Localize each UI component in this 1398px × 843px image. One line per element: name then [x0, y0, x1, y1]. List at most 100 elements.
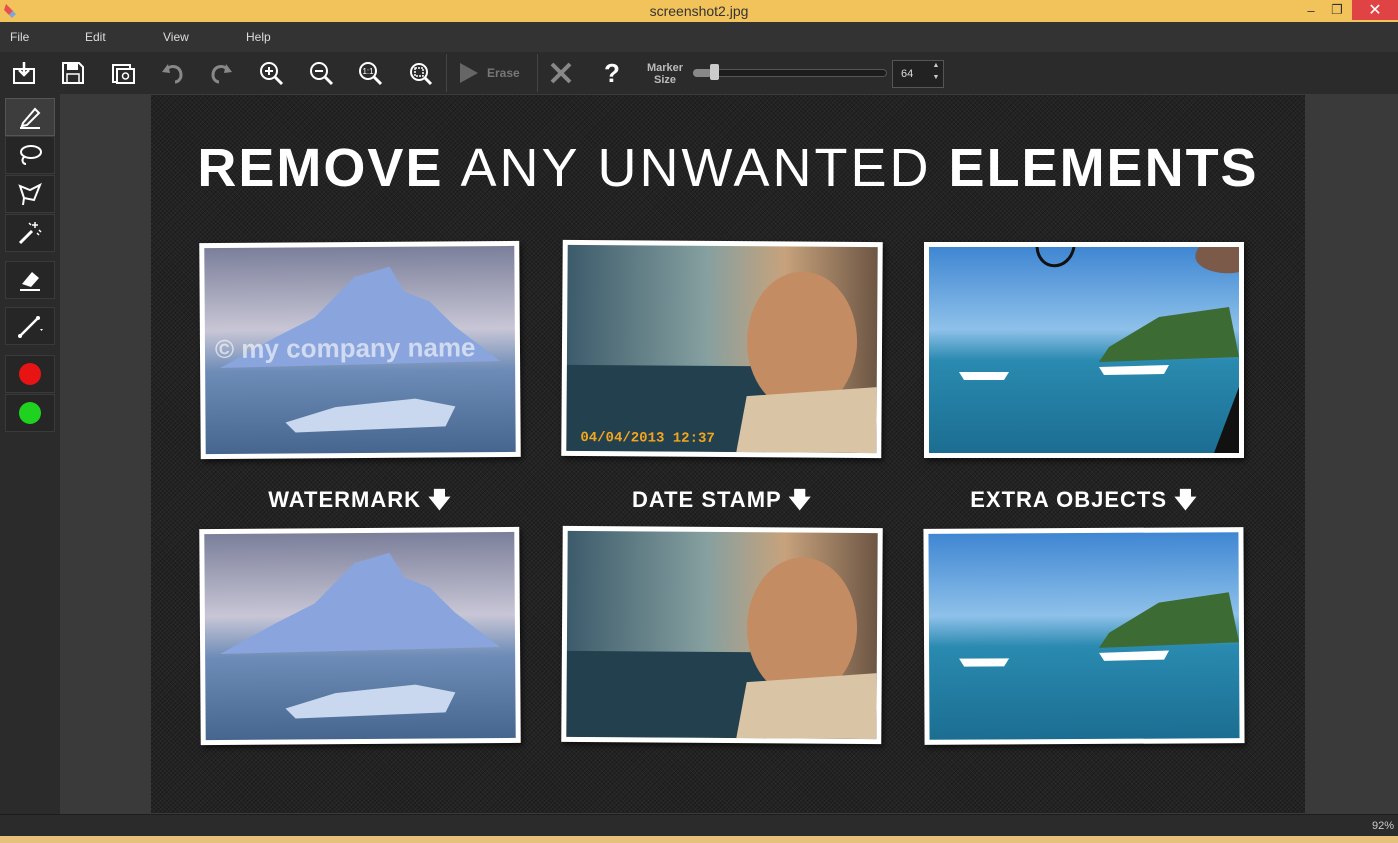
redo-button[interactable]: [207, 58, 237, 88]
woman-clean-shape: [566, 557, 877, 740]
lasso-tool[interactable]: [5, 136, 55, 174]
open-icon: [13, 62, 35, 84]
polygon-lasso-tool[interactable]: [5, 175, 55, 213]
headline: REMOVE ANY UNWANTED ELEMENTS: [151, 137, 1305, 199]
photo-iceberg-watermark: © my company name: [199, 240, 521, 460]
photo-woman-clean: [561, 525, 883, 745]
woman-shape: 04/04/2013 12:37: [566, 271, 877, 454]
menu-file[interactable]: File: [10, 30, 29, 44]
caption-watermark: WATERMARK 🡇: [200, 483, 520, 521]
watermark-text: © my company name: [215, 332, 476, 364]
spin-down-icon[interactable]: ▼: [931, 74, 941, 86]
close-button[interactable]: ✕: [1352, 0, 1398, 20]
marker-label-line-1: Marker: [646, 62, 684, 74]
eraser-tool[interactable]: [5, 261, 55, 299]
menu-help[interactable]: Help: [246, 30, 271, 44]
date-stamp-text: 04/04/2013 12:37: [580, 430, 715, 447]
actual-size-button[interactable]: 1:1: [355, 58, 385, 88]
save-button[interactable]: [58, 58, 88, 88]
woman-clean-image: [566, 530, 878, 740]
arrow-down-icon: 🡇: [788, 487, 813, 512]
polygon-lasso-icon: [18, 182, 42, 206]
boats-image: [929, 247, 1239, 453]
save-as-icon: [112, 64, 135, 84]
title-bar: screenshot2.jpg – ❐ ✕: [0, 0, 1398, 22]
headline-elements: ELEMENTS: [948, 138, 1259, 198]
photo-boats-extra: [924, 242, 1244, 458]
marker-tool[interactable]: [5, 98, 55, 136]
green-color-dot: [19, 402, 41, 424]
toolbar-separator: [537, 54, 538, 92]
minimize-button[interactable]: –: [1300, 0, 1322, 20]
fit-button[interactable]: [405, 58, 435, 88]
erase-button[interactable]: Erase: [455, 58, 520, 88]
svg-text:1:1: 1:1: [362, 67, 374, 76]
line-tool[interactable]: [5, 307, 55, 345]
save-icon: [62, 62, 84, 84]
magic-wand-icon: [18, 222, 42, 245]
undo-icon: [162, 64, 183, 84]
open-button[interactable]: [9, 58, 39, 88]
erase-label: Erase: [487, 66, 520, 80]
status-bar: 92%: [0, 814, 1398, 837]
slider-track: [693, 69, 887, 77]
boats-clean-shape: [959, 592, 1240, 667]
woman-image: 04/04/2013 12:37: [566, 244, 878, 454]
tool-panel: [0, 94, 60, 814]
red-color-dot: [19, 363, 41, 385]
photo-iceberg-clean: [199, 526, 521, 746]
boats-shape: [959, 247, 1239, 453]
red-color-swatch[interactable]: [5, 355, 55, 393]
undo-button[interactable]: [157, 58, 187, 88]
photo-boats-clean: [923, 527, 1245, 745]
photo-woman-datestamp: 04/04/2013 12:37: [561, 239, 883, 459]
caption-extra-objects: EXTRA OBJECTS 🡇: [924, 483, 1244, 521]
zoom-in-icon: [260, 62, 284, 86]
maximize-button[interactable]: ❐: [1326, 0, 1348, 20]
eraser-icon: [20, 272, 40, 291]
svg-text:?: ?: [604, 60, 620, 86]
marker-size-spinbox[interactable]: 64 ▲ ▼: [892, 60, 944, 88]
lasso-icon: [20, 145, 42, 165]
magic-wand-tool[interactable]: [5, 214, 55, 252]
zoom-out-icon: [310, 62, 334, 86]
iceberg-clean-shape: [220, 552, 501, 719]
save-as-button[interactable]: [108, 58, 138, 88]
play-icon: [460, 63, 478, 83]
cancel-button[interactable]: [546, 58, 576, 88]
boats-clean-image: [928, 532, 1240, 740]
caption-extra-objects-text: EXTRA OBJECTS: [970, 487, 1168, 512]
green-color-swatch[interactable]: [5, 394, 55, 432]
caption-watermark-text: WATERMARK: [268, 487, 422, 512]
marker-size-slider[interactable]: [693, 64, 887, 80]
menu-view[interactable]: View: [163, 30, 189, 44]
toolbar: 1:1 Erase ? Marker Size 64 ▲ ▼: [0, 52, 1398, 95]
taskbar: [0, 836, 1398, 843]
menu-edit[interactable]: Edit: [85, 30, 106, 44]
marker-size-value: 64: [901, 68, 914, 80]
spin-up-icon[interactable]: ▲: [931, 62, 941, 74]
marker-label-line-2: Size: [653, 74, 676, 86]
image-canvas[interactable]: REMOVE ANY UNWANTED ELEMENTS © my compan…: [151, 95, 1305, 813]
headline-remove: REMOVE: [197, 138, 444, 198]
caption-date-stamp-text: DATE STAMP: [631, 487, 782, 512]
zoom-level: 92%: [1371, 820, 1394, 832]
caption-date-stamp: DATE STAMP 🡇: [562, 483, 882, 521]
zoom-out-button[interactable]: [306, 58, 336, 88]
cancel-icon: [550, 62, 572, 84]
arrow-down-icon: 🡇: [428, 487, 452, 512]
slider-thumb[interactable]: [710, 64, 719, 80]
iceberg-shape: © my company name: [215, 266, 501, 433]
help-icon: ?: [604, 60, 620, 86]
zoom-in-button[interactable]: [256, 58, 286, 88]
actual-size-icon: 1:1: [359, 62, 383, 86]
iceberg-clean-image: [204, 531, 516, 741]
fit-icon: [410, 63, 433, 86]
toolbar-separator: [446, 54, 447, 92]
window-title: screenshot2.jpg: [649, 3, 749, 19]
redo-icon: [211, 64, 232, 84]
line-icon: [18, 316, 43, 338]
iceberg-image: © my company name: [204, 245, 516, 455]
help-button[interactable]: ?: [597, 58, 627, 88]
arrow-down-icon: 🡇: [1174, 487, 1198, 512]
